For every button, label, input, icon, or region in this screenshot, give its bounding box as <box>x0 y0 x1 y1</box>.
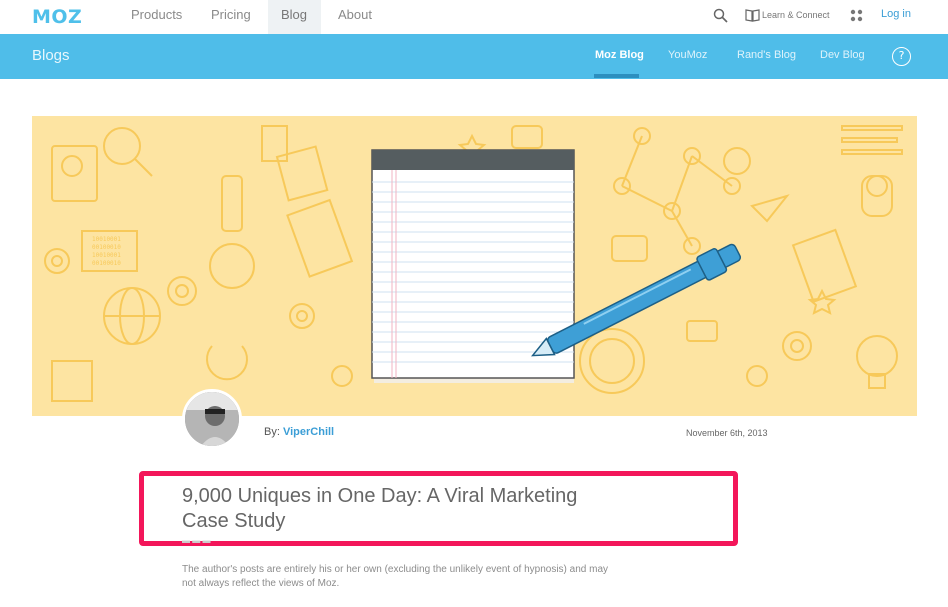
nav-blog[interactable]: Blog <box>268 0 321 34</box>
learn-connect-link[interactable]: Learn & Connect <box>762 10 830 20</box>
post-title: 9,000 Uniques in One Day: A Viral Market… <box>182 485 578 532</box>
post-date: November 6th, 2013 <box>686 428 768 438</box>
svg-text:10010001: 10010001 <box>92 236 121 243</box>
login-link[interactable]: Log in <box>881 8 911 20</box>
hero-illustration: 10010001 00100010 10010001 00100010 <box>32 116 917 416</box>
nav-pricing[interactable]: Pricing <box>198 0 264 34</box>
svg-text:00100010: 00100010 <box>92 260 121 267</box>
active-tab-indicator <box>594 74 639 78</box>
author-avatar[interactable] <box>182 389 242 449</box>
blogs-title[interactable]: Blogs <box>32 47 70 64</box>
subnav-rands-blog[interactable]: Rand's Blog <box>737 49 796 61</box>
apps-grid-icon[interactable] <box>850 9 863 22</box>
subnav-dev-blog[interactable]: Dev Blog <box>820 49 865 61</box>
nav-products[interactable]: Products <box>118 0 195 34</box>
top-nav: MOZ Products Pricing Blog About Learn & … <box>0 0 948 34</box>
nav-about[interactable]: About <box>325 0 385 34</box>
book-icon[interactable] <box>745 9 760 22</box>
search-icon[interactable] <box>713 8 728 23</box>
subnav-moz-blog[interactable]: Moz Blog <box>595 49 644 61</box>
author-link[interactable]: ViperChill <box>283 426 334 438</box>
pen-illustration <box>530 243 742 357</box>
help-icon[interactable]: ? <box>892 47 911 66</box>
obscured-text-line: ▬ ▬ ▬ <box>182 536 211 545</box>
author-disclaimer: The author's posts are entirely his or h… <box>182 564 609 589</box>
svg-text:00100010: 00100010 <box>92 244 121 251</box>
moz-logo[interactable]: MOZ <box>32 6 82 28</box>
svg-text:10010001: 10010001 <box>92 252 121 259</box>
blog-subnav: Blogs Moz Blog YouMoz Rand's Blog Dev Bl… <box>0 34 948 79</box>
subnav-youmoz[interactable]: YouMoz <box>668 49 707 61</box>
author-photo <box>185 392 239 446</box>
byline-label: By: <box>264 426 280 438</box>
byline: By: ViperChill <box>264 426 334 438</box>
